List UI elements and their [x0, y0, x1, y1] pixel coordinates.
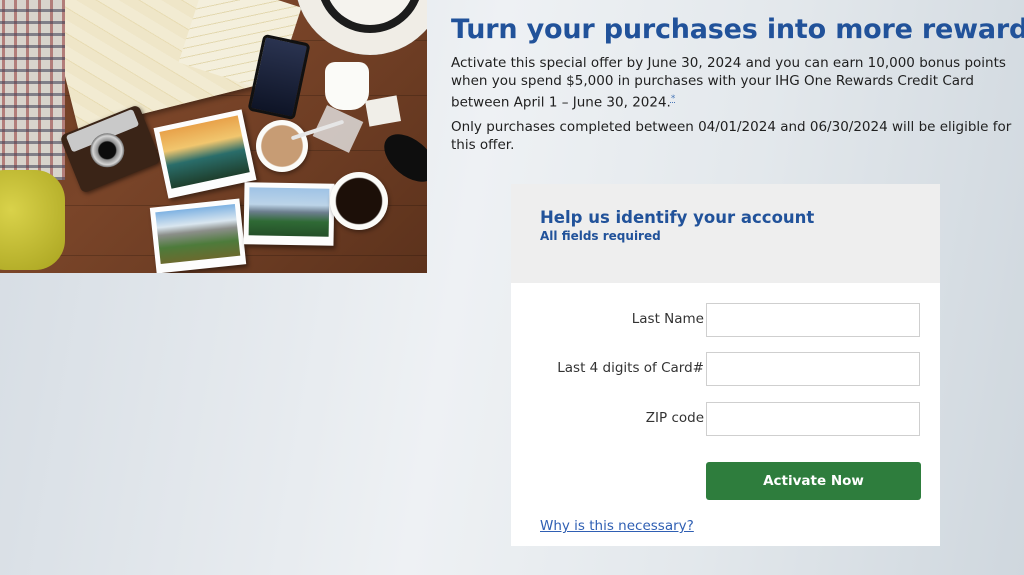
last-name-label: Last Name [631, 311, 704, 327]
card-digits-label: Last 4 digits of Card# [557, 360, 704, 376]
travel-collage-image [0, 0, 427, 273]
why-necessary-link[interactable]: Why is this necessary? [540, 518, 694, 534]
card-digits-row: Last 4 digits of Card# [511, 352, 940, 386]
form-title: Help us identify your account [540, 208, 815, 227]
coffee-cup-graphic [256, 120, 308, 172]
zip-code-input[interactable] [706, 402, 920, 436]
bag-graphic [0, 170, 65, 270]
sunglasses-graphic [375, 124, 427, 192]
card-last4-input[interactable] [706, 352, 920, 386]
pitcher-graphic [325, 62, 369, 110]
photo-print [243, 182, 335, 246]
scarf-graphic [0, 0, 65, 180]
photo-print [149, 198, 247, 273]
photo-print [153, 109, 257, 199]
coffee-cup-graphic [330, 172, 388, 230]
promo-headline: Turn your purchases into more rewards! [451, 14, 1024, 45]
hat-graphic [295, 0, 427, 55]
account-identification-form: Help us identify your account All fields… [511, 184, 940, 546]
promo-description: Activate this special offer by June 30, … [451, 54, 1016, 112]
zip-code-row: ZIP code [511, 402, 940, 436]
zip-code-label: ZIP code [645, 410, 704, 426]
footnote-link[interactable]: * [671, 94, 676, 104]
eligibility-text: Only purchases completed between 04/01/2… [451, 119, 1012, 153]
activate-now-button[interactable]: Activate Now [706, 462, 921, 500]
last-name-input[interactable] [706, 303, 920, 337]
paper-graphic [364, 95, 402, 127]
form-subtitle: All fields required [540, 229, 661, 243]
promo-description-text: Activate this special offer by June 30, … [451, 55, 1006, 111]
form-header: Help us identify your account All fields… [511, 184, 940, 283]
last-name-row: Last Name [511, 303, 940, 337]
